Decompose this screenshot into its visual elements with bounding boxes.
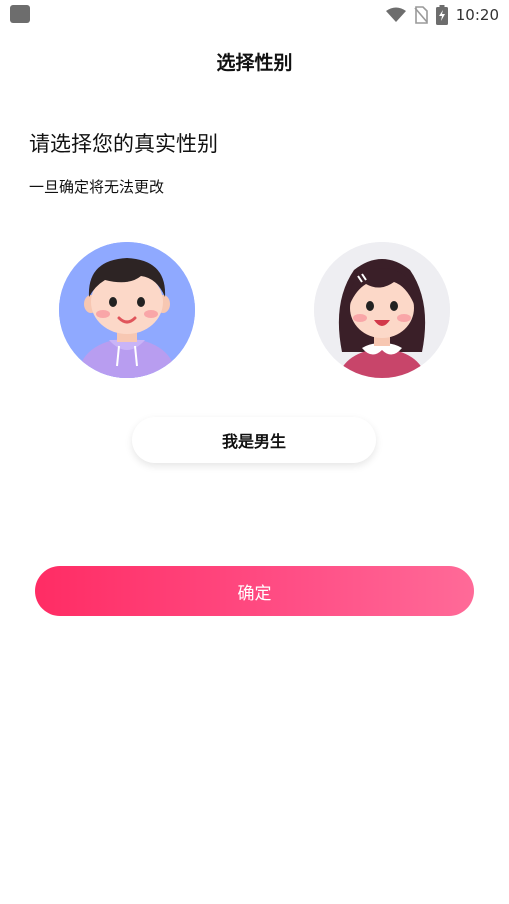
gender-prompt-note: 一旦确定将无法更改 <box>29 178 165 196</box>
page-title: 选择性别 <box>216 52 293 74</box>
male-avatar-option[interactable] <box>59 242 195 378</box>
status-bar: 10:20 <box>0 0 509 30</box>
status-icons: 10:20 <box>385 4 499 26</box>
wifi-icon <box>385 7 406 22</box>
confirm-button[interactable]: 确定 <box>35 566 474 616</box>
status-time: 10:20 <box>455 6 499 24</box>
selected-gender-label[interactable]: 我是男生 <box>132 417 376 463</box>
female-avatar-icon <box>314 242 450 378</box>
notification-icon <box>10 5 30 23</box>
no-sim-icon <box>414 6 428 24</box>
female-avatar-option[interactable] <box>314 242 450 378</box>
male-avatar-icon <box>59 242 195 378</box>
gender-prompt-heading: 请选择您的真实性别 <box>29 132 218 156</box>
battery-charging-icon <box>435 5 448 25</box>
